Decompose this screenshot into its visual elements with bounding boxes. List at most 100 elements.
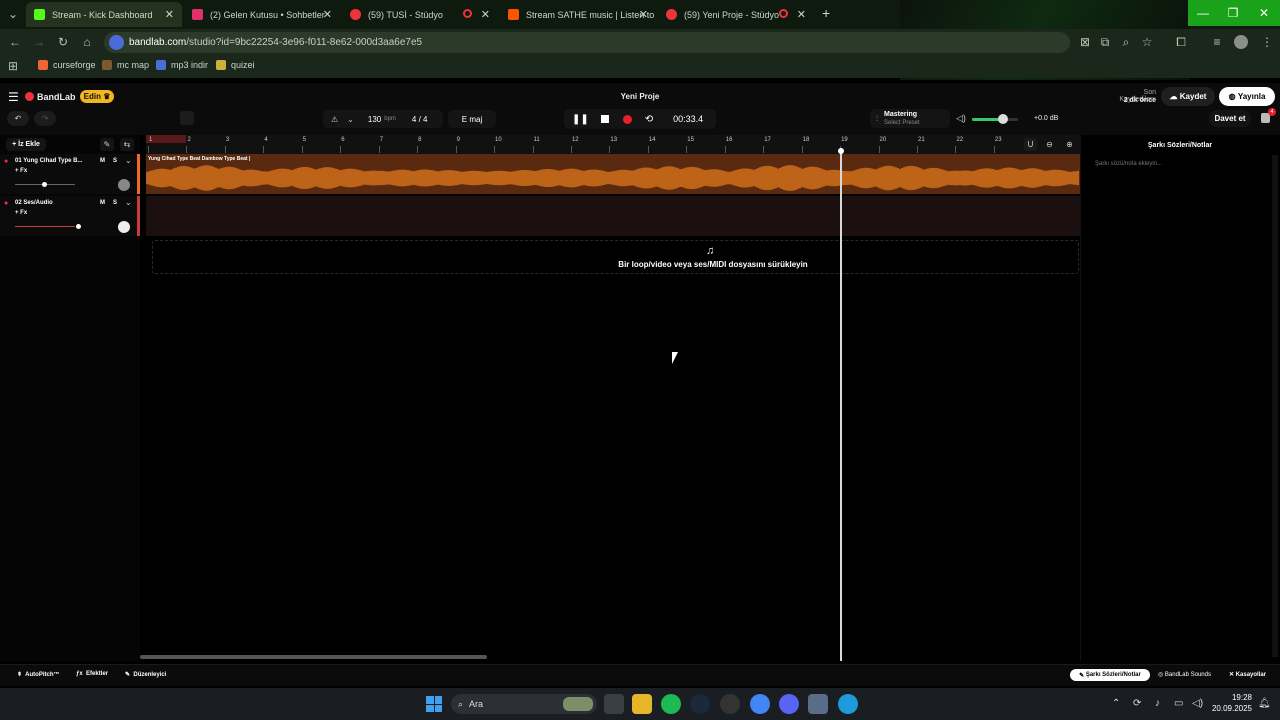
- tuner-icon[interactable]: ✎: [100, 138, 114, 151]
- loop-button[interactable]: ⟲: [645, 114, 653, 125]
- mute-button[interactable]: M: [100, 200, 105, 206]
- track-lane-2[interactable]: [146, 196, 1080, 236]
- add-fx-button[interactable]: + Fx: [15, 210, 27, 216]
- chrome-icon[interactable]: [750, 694, 770, 714]
- key-selector[interactable]: E maj: [448, 110, 496, 128]
- tray-chevron-icon[interactable]: ⌃: [1112, 698, 1120, 709]
- close-icon[interactable]: ✕: [639, 8, 648, 21]
- task-view-icon[interactable]: [604, 694, 624, 714]
- tab-search-icon[interactable]: ⌄: [4, 5, 22, 23]
- track-header-1[interactable]: ● 01 Yung Cihad Type B... M S ⌄ + Fx: [0, 154, 140, 194]
- more-menu-icon[interactable]: ⋮: [1258, 33, 1276, 51]
- tab-instagram[interactable]: (2) Gelen Kutusu • Sohbetler ✕: [184, 2, 340, 27]
- reload-icon[interactable]: ↻: [54, 33, 72, 51]
- lyrics-input[interactable]: Şarkı sözü/nota ekleyin...: [1095, 161, 1162, 167]
- chevron-down-icon[interactable]: ⌄: [125, 198, 132, 207]
- publish-button[interactable]: ◍ Yayınla: [1219, 87, 1275, 106]
- minimize-button[interactable]: —: [1188, 0, 1218, 26]
- bandlab-sounds-button[interactable]: ◎ BandLab Sounds: [1158, 671, 1211, 678]
- pause-button[interactable]: ❚❚: [572, 114, 589, 125]
- start-button[interactable]: [426, 696, 442, 712]
- clock-time[interactable]: 19:28: [1212, 693, 1252, 702]
- tab-kick-dashboard[interactable]: Stream - Kick Dashboard ✕: [26, 2, 182, 27]
- menu-icon[interactable]: ☰: [8, 90, 19, 104]
- notification-bell-icon[interactable]: 🔔︎: [1258, 698, 1271, 709]
- lyrics-scrollbar[interactable]: [1272, 155, 1278, 657]
- zoom-out-icon[interactable]: ⊖: [1043, 138, 1056, 151]
- site-info-icon[interactable]: [109, 35, 124, 50]
- install-app-icon[interactable]: ⧉: [1096, 33, 1114, 51]
- invite-button[interactable]: Davet et: [1209, 110, 1251, 127]
- home-icon[interactable]: ⌂: [78, 33, 96, 51]
- microphone-icon[interactable]: ♪: [1155, 698, 1160, 709]
- volume-icon[interactable]: ◁): [1192, 698, 1203, 709]
- record-button[interactable]: [622, 114, 632, 124]
- master-volume-slider[interactable]: [972, 118, 1018, 121]
- taskbar-search[interactable]: ⌕ Ara: [451, 694, 597, 714]
- playhead[interactable]: [840, 148, 842, 661]
- shortcuts-button[interactable]: ✕ Kasayollar: [1229, 671, 1266, 678]
- media-control-icon[interactable]: ≡: [1208, 33, 1226, 51]
- discord-icon[interactable]: [779, 694, 799, 714]
- profile-avatar[interactable]: [1234, 35, 1248, 49]
- edin-button[interactable]: Edin ♛: [80, 90, 114, 103]
- clock-date[interactable]: 20.09.2025: [1204, 704, 1252, 713]
- lyrics-toggle-button[interactable]: ✎ Şarkı Sözleri/Notlar: [1070, 669, 1150, 681]
- tab-soundcloud[interactable]: Stream SATHE music | Listen to ✕: [500, 2, 656, 27]
- solo-button[interactable]: S: [113, 200, 117, 206]
- close-window-button[interactable]: ✕: [1248, 0, 1280, 26]
- snap-magnet-icon[interactable]: U: [1024, 138, 1037, 151]
- effects-button[interactable]: ƒx Efektler: [76, 671, 108, 677]
- mastering-button[interactable]: ⫶ Mastering Select Preset: [870, 109, 950, 128]
- tab-tusi-studio[interactable]: (59) TUSİ - Stüdyo ✕: [342, 2, 498, 27]
- mute-button[interactable]: M: [100, 158, 105, 164]
- project-title[interactable]: Yeni Proje: [600, 92, 680, 101]
- track-header-2[interactable]: ● 02 Ses/Audio M S ⌄ + Fx: [0, 196, 140, 236]
- metronome-toggle-icon[interactable]: ⚠: [331, 115, 338, 124]
- save-button[interactable]: ☁ Kaydet: [1161, 87, 1215, 106]
- track-name[interactable]: 02 Ses/Audio: [15, 200, 53, 206]
- track-settings-icon[interactable]: ⇆: [120, 138, 134, 151]
- volume-knob[interactable]: [998, 114, 1008, 124]
- time-signature[interactable]: 4 / 4: [412, 115, 428, 124]
- obs-icon[interactable]: [720, 694, 740, 714]
- spotify-icon[interactable]: [661, 694, 681, 714]
- pan-knob[interactable]: [118, 179, 130, 191]
- bookmark-quizei[interactable]: quizei: [216, 60, 255, 70]
- redo-button[interactable]: ↷: [34, 111, 56, 126]
- bookmark-curseforge[interactable]: curseforge: [38, 60, 96, 70]
- close-icon[interactable]: ✕: [481, 8, 490, 21]
- bookmark-mp3-indir[interactable]: mp3 indir: [156, 60, 208, 70]
- edge-icon[interactable]: [838, 694, 858, 714]
- translate-icon[interactable]: ⊠: [1076, 33, 1094, 51]
- track-name[interactable]: 01 Yung Cihad Type B...: [15, 158, 82, 164]
- tab-yeni-proje[interactable]: (59) Yeni Proje - Stüdyo ✕: [658, 2, 814, 27]
- playhead-handle[interactable]: [838, 148, 844, 154]
- tray-sync-icon[interactable]: ⟳: [1133, 698, 1141, 709]
- add-track-button[interactable]: + İz Ekle: [6, 138, 46, 151]
- editor-button[interactable]: ✎ Düzenleyici: [125, 671, 166, 678]
- metronome-icon[interactable]: [180, 111, 194, 125]
- app-icon[interactable]: [808, 694, 828, 714]
- solo-button[interactable]: S: [113, 158, 117, 164]
- horizontal-scrollbar[interactable]: [140, 655, 487, 659]
- bookmark-star-icon[interactable]: ☆: [1138, 33, 1156, 51]
- bookmark-mc-map[interactable]: mc map: [102, 60, 149, 70]
- slider-knob[interactable]: [42, 182, 47, 187]
- pan-knob[interactable]: [118, 221, 130, 233]
- autopitch-button[interactable]: ⇞ AutoPitch™: [17, 671, 60, 678]
- back-icon[interactable]: ←: [6, 33, 24, 51]
- tempo-value[interactable]: 130: [368, 115, 381, 124]
- close-icon[interactable]: ✕: [165, 8, 174, 21]
- new-tab-button[interactable]: +: [822, 5, 830, 21]
- close-icon[interactable]: ✕: [323, 8, 332, 21]
- add-fx-button[interactable]: + Fx: [15, 168, 27, 174]
- zoom-in-icon[interactable]: ⊕: [1063, 138, 1076, 151]
- maximize-button[interactable]: ❐: [1218, 0, 1248, 26]
- track-volume-slider[interactable]: [15, 226, 75, 227]
- speaker-icon[interactable]: ◁): [956, 113, 966, 124]
- apps-grid-icon[interactable]: ⊞: [4, 57, 22, 75]
- network-icon[interactable]: ▭: [1174, 698, 1183, 709]
- forward-icon[interactable]: →: [30, 33, 48, 51]
- chevron-down-icon[interactable]: ⌄: [347, 115, 354, 124]
